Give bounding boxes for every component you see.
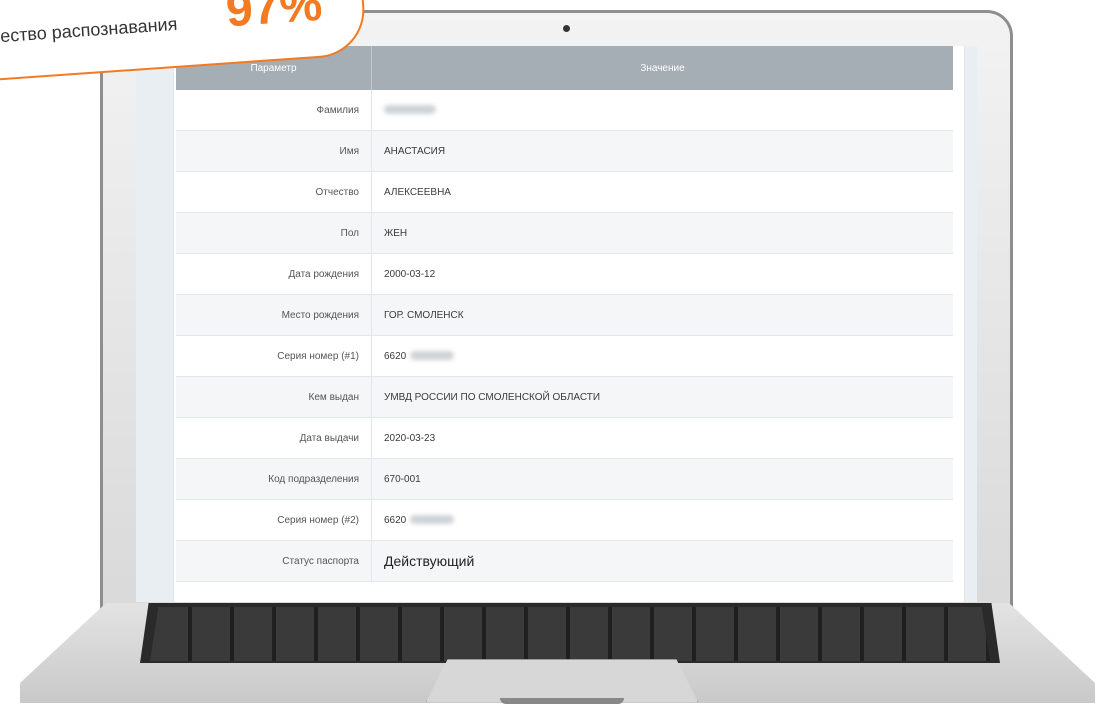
row-label-series-number-2: Серия номер (#2) <box>176 499 372 541</box>
series-prefix: 6620 <box>384 350 407 362</box>
column-header-value: Значение <box>371 46 953 90</box>
table-row: Отчество АЛЕКСЕЕВНА <box>176 171 953 213</box>
table-row: Фамилия <box>176 90 953 131</box>
row-label-passport-status: Статус паспорта <box>176 540 372 582</box>
row-value-sex: ЖЕН <box>371 212 953 254</box>
redacted-value <box>410 515 455 525</box>
table-row: Место рождения ГОР. СМОЛЕНСК <box>176 294 953 336</box>
row-value-series-number-1: 6620 <box>371 335 953 377</box>
redacted-value <box>410 351 455 361</box>
row-value-surname <box>371 90 953 131</box>
row-value-issue-date: 2020-03-23 <box>371 417 953 459</box>
row-value-department-code: 670-001 <box>371 458 953 500</box>
row-label-series-number-1: Серия номер (#1) <box>176 335 372 377</box>
row-label-patronymic: Отчество <box>176 171 372 213</box>
series-prefix: 6620 <box>384 514 407 526</box>
table-row: Кем выдан УМВД РОССИИ ПО СМОЛЕНСКОЙ ОБЛА… <box>176 376 953 418</box>
table-row: Имя АНАСТАСИЯ <box>176 130 953 172</box>
row-value-patronymic: АЛЕКСЕЕВНА <box>371 171 953 213</box>
badge-percentage: 97% <box>224 0 324 38</box>
table-row: Дата выдачи 2020-03-23 <box>176 417 953 459</box>
row-label-issue-date: Дата выдачи <box>176 417 372 459</box>
passport-data-table: Параметр Значение Фамилия Имя АНАСТАСИЯ … <box>176 46 953 582</box>
row-value-series-number-2: 6620 <box>371 499 953 541</box>
row-label-surname: Фамилия <box>176 90 372 131</box>
keyboard-keys <box>150 607 990 661</box>
laptop-screen: Параметр Значение Фамилия Имя АНАСТАСИЯ … <box>136 46 977 602</box>
row-label-birth-date: Дата рождения <box>176 253 372 295</box>
table-row: Статус паспорта Действующий <box>176 540 953 582</box>
row-value-birth-place: ГОР. СМОЛЕНСК <box>371 294 953 336</box>
laptop-base <box>0 603 1103 706</box>
row-label-issued-by: Кем выдан <box>176 376 372 418</box>
row-value-issued-by: УМВД РОССИИ ПО СМОЛЕНСКОЙ ОБЛАСТИ <box>371 376 953 418</box>
table-row: Серия номер (#2) 6620 <box>176 499 953 541</box>
table-row: Дата рождения 2000-03-12 <box>176 253 953 295</box>
row-label-department-code: Код подразделения <box>176 458 372 500</box>
row-label-sex: Пол <box>176 212 372 254</box>
row-value-passport-status: Действующий <box>371 540 953 582</box>
camera-icon <box>563 25 570 32</box>
redacted-value <box>384 105 436 115</box>
table-row: Код подразделения 670-001 <box>176 458 953 500</box>
trackpad <box>426 659 698 702</box>
row-value-name: АНАСТАСИЯ <box>371 130 953 172</box>
results-panel: Параметр Значение Фамилия Имя АНАСТАСИЯ … <box>174 46 964 602</box>
table-row: Серия номер (#1) 6620 <box>176 335 953 377</box>
lid-notch <box>500 698 624 704</box>
row-label-birth-place: Место рождения <box>176 294 372 336</box>
row-value-birth-date: 2000-03-12 <box>371 253 953 295</box>
row-label-name: Имя <box>176 130 372 172</box>
table-row: Пол ЖЕН <box>176 212 953 254</box>
